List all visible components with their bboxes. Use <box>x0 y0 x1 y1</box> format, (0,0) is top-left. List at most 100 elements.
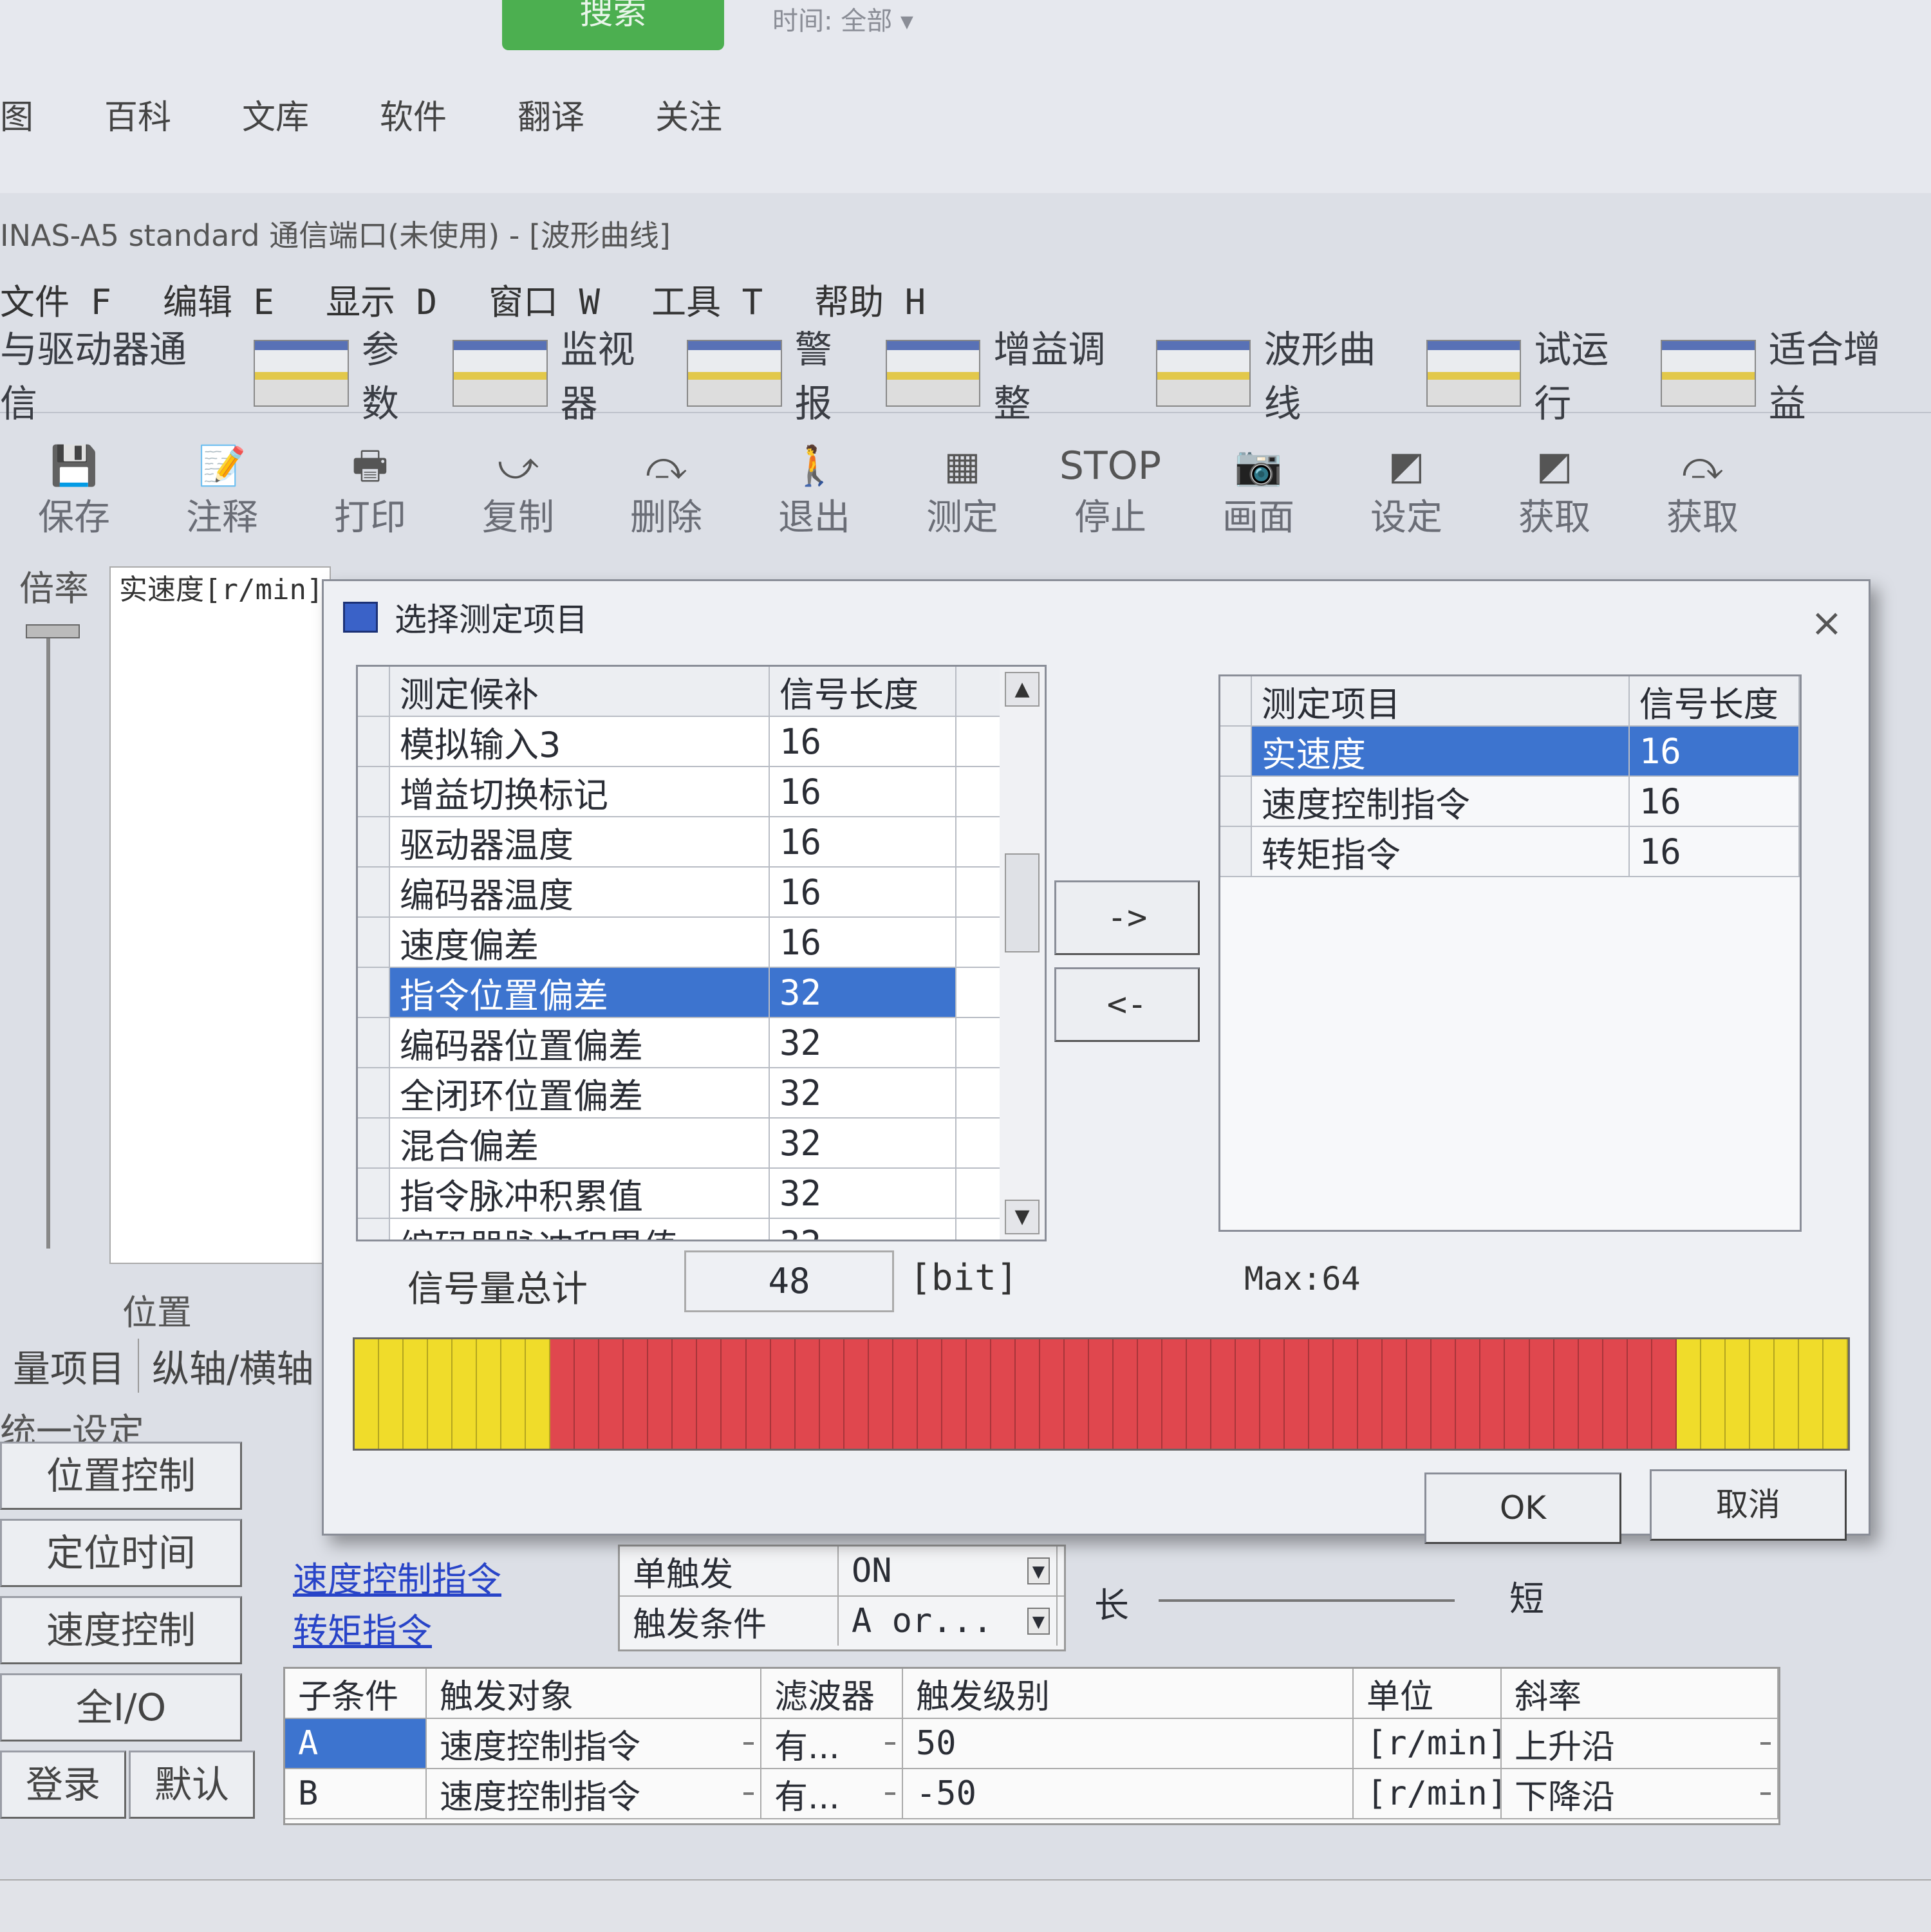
candidate-row[interactable]: 速度偏差 16 <box>358 918 1002 968</box>
dropdown-arrow-icon[interactable] <box>885 1742 895 1745</box>
browser-nav-link[interactable]: 文库 <box>242 90 309 142</box>
trigger-cell[interactable]: 50 <box>903 1719 1354 1768</box>
scale-slider-thumb[interactable] <box>26 624 80 638</box>
menu-item[interactable]: 窗口 W <box>489 274 600 324</box>
waveform-tool-button[interactable]: 📝 注释 <box>148 443 296 541</box>
remove-item-button[interactable]: <- <box>1054 967 1200 1042</box>
search-button[interactable]: 搜索 <box>502 0 724 50</box>
dropdown-arrow-icon[interactable] <box>743 1742 754 1745</box>
candidate-scrollbar[interactable]: ▲ ▼ <box>1000 665 1047 1241</box>
drive-comm-button[interactable]: 与驱动器通信 <box>0 319 215 427</box>
candidate-row[interactable]: 驱动器温度 16 <box>358 817 1002 868</box>
trigger-cell[interactable]: [r/min] <box>1354 1719 1507 1768</box>
measure-item-row[interactable]: 转矩指令 16 <box>1220 827 1800 877</box>
candidate-row[interactable]: 指令脉冲积累值 32 <box>358 1169 1002 1219</box>
time-slider[interactable] <box>1159 1599 1455 1602</box>
header-candidate[interactable]: 测定候补 <box>390 667 770 716</box>
toolbar-button-3[interactable]: 增益调整 <box>885 319 1137 427</box>
waveform-tool-button[interactable]: 🖶 打印 <box>296 443 444 541</box>
dropdown-arrow-icon[interactable]: ▼ <box>1027 1608 1050 1635</box>
waveform-tool-button[interactable]: ▦ 测定 <box>888 443 1036 541</box>
add-item-button[interactable]: -> <box>1054 880 1200 955</box>
default-button[interactable]: 默认 <box>129 1751 255 1819</box>
header-measure-item[interactable]: 测定项目 <box>1252 676 1630 725</box>
trigger-cell[interactable]: 上升沿 <box>1502 1719 1778 1768</box>
measure-item-row[interactable]: 实速度 16 <box>1220 727 1800 777</box>
tool-label: 获取 <box>1518 497 1591 539</box>
toolbar-button-5[interactable]: 试运行 <box>1426 319 1641 427</box>
dropdown-arrow-icon[interactable] <box>1760 1742 1771 1745</box>
candidate-row[interactable]: 编码器温度 16 <box>358 868 1002 918</box>
candidate-row[interactable]: 编码器位置偏差 32 <box>358 1018 1002 1068</box>
all-io-button[interactable]: 全I/O <box>0 1673 242 1742</box>
dropdown-arrow-icon[interactable] <box>1760 1792 1771 1795</box>
toolbar-button-4[interactable]: 波形曲线 <box>1155 319 1407 427</box>
header-signal-length[interactable]: 信号长度 <box>770 667 956 716</box>
menu-item[interactable]: 工具 T <box>651 274 763 324</box>
link-torque-command[interactable]: 转矩指令 <box>293 1602 432 1653</box>
candidate-row[interactable]: 模拟输入3 16 <box>358 717 1002 767</box>
positioning-time-button[interactable]: 定位时间 <box>0 1519 242 1587</box>
waveform-tool-button[interactable]: ◩ 获取 <box>1480 443 1628 541</box>
menu-item[interactable]: 显示 D <box>326 274 437 324</box>
time-filter-dropdown[interactable]: 时间: 全部 ▾ <box>772 0 913 37</box>
candidate-row[interactable]: 增益切换标记 16 <box>358 767 1002 817</box>
browser-nav-link[interactable]: 图 <box>0 90 33 142</box>
cancel-button[interactable]: 取消 <box>1650 1469 1847 1541</box>
menu-item[interactable]: 帮助 H <box>814 274 926 324</box>
browser-nav-link[interactable]: 翻译 <box>518 90 584 142</box>
waveform-tool-button[interactable]: 📷 画面 <box>1184 443 1332 541</box>
trigger-cell[interactable]: [r/min] <box>1354 1769 1507 1818</box>
toolbar-button-0[interactable]: 参数 <box>254 319 433 427</box>
link-speed-command[interactable]: 速度控制指令 <box>293 1551 501 1602</box>
trigger-cell[interactable]: 下降沿 <box>1502 1769 1778 1818</box>
browser-nav-link[interactable]: 百科 <box>104 90 171 142</box>
ok-button[interactable]: OK <box>1424 1472 1621 1544</box>
menu-item[interactable]: 编辑 E <box>163 274 274 324</box>
waveform-tool-button[interactable]: ⤼ 删除 <box>592 443 740 541</box>
waveform-tool-button[interactable]: 🚶 退出 <box>740 443 888 541</box>
trigger-cell[interactable]: 有... <box>761 1719 903 1768</box>
dropdown-arrow-icon[interactable] <box>885 1792 895 1795</box>
speed-control-button[interactable]: 速度控制 <box>0 1596 242 1664</box>
login-button[interactable]: 登录 <box>0 1751 126 1819</box>
single-trigger-select[interactable]: ON ▼ <box>839 1547 1058 1595</box>
position-control-button[interactable]: 位置控制 <box>0 1442 242 1510</box>
candidate-header-row: 测定候补 信号长度 <box>358 667 1002 717</box>
scale-slider-track[interactable] <box>46 631 50 1249</box>
trigger-cell[interactable]: 有... <box>761 1769 903 1818</box>
toolbar-button-6[interactable]: 适合增益 <box>1661 319 1912 427</box>
waveform-tool-button[interactable]: 💾 保存 <box>0 443 148 541</box>
tab-axes[interactable]: 纵轴/横轴 <box>139 1339 328 1393</box>
waveform-tool-button[interactable]: ⤼ 获取 <box>1628 443 1777 541</box>
scroll-down-icon[interactable]: ▼ <box>1005 1200 1040 1234</box>
close-icon[interactable]: × <box>1811 600 1843 646</box>
header-signal-length[interactable]: 信号长度 <box>1630 676 1800 725</box>
trigger-cell[interactable]: 速度控制指令 <box>427 1719 761 1768</box>
toolbar-button-1[interactable]: 监视器 <box>452 319 667 427</box>
candidate-row[interactable]: 混合偏差 32 <box>358 1119 1002 1169</box>
bit-cell <box>1554 1339 1579 1449</box>
bit-cell <box>844 1339 869 1449</box>
browser-nav-link[interactable]: 软件 <box>380 90 447 142</box>
browser-nav-link[interactable]: 关注 <box>655 90 722 142</box>
candidate-row[interactable]: 全闭环位置偏差 32 <box>358 1068 1002 1119</box>
scroll-up-icon[interactable]: ▲ <box>1005 672 1040 707</box>
waveform-tool-button[interactable]: STOP 停止 <box>1036 443 1184 541</box>
candidate-length: 32 <box>770 968 956 1017</box>
trigger-cell[interactable]: -50 <box>903 1769 1354 1818</box>
measure-item-row[interactable]: 速度控制指令 16 <box>1220 777 1800 827</box>
tab-measure-items[interactable]: 量项目 <box>0 1339 140 1393</box>
scroll-thumb[interactable] <box>1005 853 1040 952</box>
menu-item[interactable]: 文件 F <box>0 274 111 324</box>
candidate-row[interactable]: 编码器脉冲积累值32 <box>358 1219 1002 1240</box>
candidate-row[interactable]: 指令位置偏差 32 <box>358 968 1002 1018</box>
waveform-tool-button[interactable]: ◩ 设定 <box>1332 443 1480 541</box>
dropdown-arrow-icon[interactable] <box>743 1792 754 1795</box>
trigger-condition-select[interactable]: A or... ▼ <box>839 1597 1058 1646</box>
dropdown-arrow-icon[interactable]: ▼ <box>1027 1557 1050 1584</box>
measure-item-name: 转矩指令 <box>1252 827 1630 876</box>
waveform-tool-button[interactable]: ⤻ 复制 <box>444 443 592 541</box>
toolbar-button-2[interactable]: 警报 <box>687 319 866 427</box>
trigger-cell[interactable]: 速度控制指令 <box>427 1769 761 1818</box>
